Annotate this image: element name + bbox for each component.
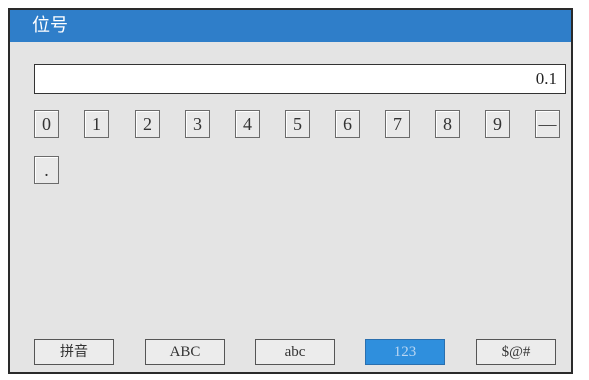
input-dialog: 位号 0.1 0 1 2 3 4 5 6 7 8 9 — . 拼音 ABC ab… — [8, 8, 573, 374]
mode-lowercase-button[interactable]: abc — [255, 339, 335, 365]
key-1[interactable]: 1 — [84, 110, 109, 138]
key-3[interactable]: 3 — [185, 110, 210, 138]
mode-symbols-button[interactable]: $@# — [476, 339, 556, 365]
mode-uppercase-button[interactable]: ABC — [145, 339, 225, 365]
key-6[interactable]: 6 — [335, 110, 360, 138]
key-2[interactable]: 2 — [135, 110, 160, 138]
key-0[interactable]: 0 — [34, 110, 59, 138]
mode-numeric-button[interactable]: 123 — [365, 339, 445, 365]
key-decimal-point[interactable]: . — [34, 156, 59, 184]
value-input-field[interactable]: 0.1 — [34, 64, 566, 94]
key-7[interactable]: 7 — [385, 110, 410, 138]
dialog-title: 位号 — [10, 10, 571, 42]
mode-pinyin-button[interactable]: 拼音 — [34, 339, 114, 365]
key-5[interactable]: 5 — [285, 110, 310, 138]
key-4[interactable]: 4 — [235, 110, 260, 138]
key-9[interactable]: 9 — [485, 110, 510, 138]
key-8[interactable]: 8 — [435, 110, 460, 138]
key-minus[interactable]: — — [535, 110, 560, 138]
